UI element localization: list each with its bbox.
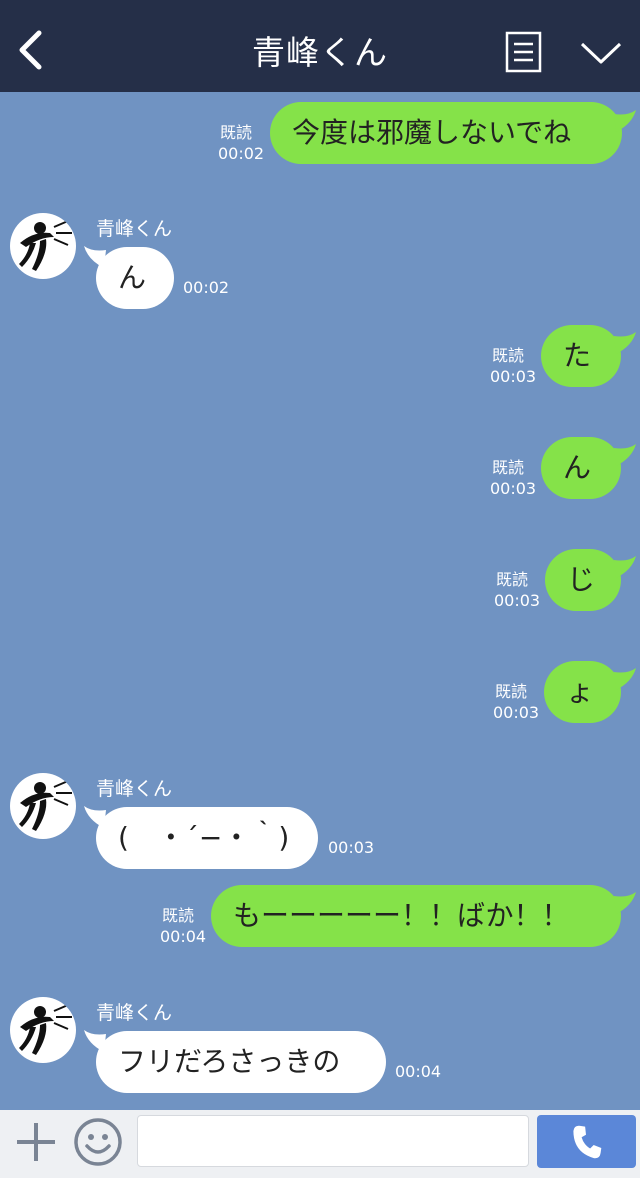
phone-icon — [572, 1125, 601, 1158]
avatar-figure-icon — [19, 220, 72, 271]
sender-name: 青峰くん — [96, 1002, 173, 1024]
list-menu-icon — [505, 31, 542, 73]
message-time: 00:02 — [183, 278, 230, 297]
sender-name: 青峰くん — [96, 778, 173, 800]
message-input[interactable] — [137, 1115, 529, 1167]
sender-name: 青峰くん — [96, 218, 173, 240]
avatar[interactable] — [10, 997, 76, 1063]
outgoing-message[interactable]: 今度は邪魔しないでね — [270, 102, 622, 164]
avatar[interactable] — [10, 773, 76, 839]
plus-icon — [17, 1123, 55, 1161]
avatar-figure-icon — [19, 1004, 72, 1055]
bubble-tail — [614, 332, 636, 354]
emoji-button[interactable] — [72, 1116, 124, 1168]
bubble-tail — [614, 110, 636, 132]
outgoing-message[interactable]: ょ — [544, 661, 621, 723]
message-time: 00:04 — [395, 1062, 442, 1081]
message-time: 00:02 — [218, 144, 265, 163]
read-receipt: 既読 — [495, 682, 528, 701]
incoming-message[interactable]: ( ・´−・｀) — [96, 807, 318, 869]
message-time: 00:03 — [494, 591, 541, 610]
incoming-message[interactable]: フリだろさっきの — [96, 1031, 386, 1093]
collapse-button[interactable] — [578, 38, 624, 68]
outgoing-message[interactable]: ん — [541, 437, 621, 499]
chat-title: 青峰くん — [252, 33, 388, 72]
message-time: 00:03 — [490, 479, 537, 498]
avatar-figure-icon — [19, 780, 72, 831]
chat-header: 青峰くん — [0, 0, 640, 92]
message-time: 00:03 — [328, 838, 375, 857]
outgoing-message[interactable]: もーーーーー！！ばか！！ — [211, 885, 621, 947]
bubble-tail — [614, 444, 636, 466]
message-time: 00:03 — [490, 367, 537, 386]
incoming-message[interactable]: ん — [96, 247, 174, 309]
message-time: 00:04 — [160, 927, 207, 946]
bubble-tail — [614, 556, 636, 578]
call-button[interactable] — [537, 1115, 636, 1168]
add-button[interactable] — [14, 1120, 58, 1164]
read-receipt: 既読 — [492, 346, 525, 365]
menu-button[interactable] — [505, 31, 543, 73]
read-receipt: 既読 — [496, 570, 529, 589]
read-receipt: 既読 — [162, 906, 195, 925]
message-time: 00:03 — [493, 703, 540, 722]
outgoing-message[interactable]: じ — [545, 549, 621, 611]
chevron-down-icon — [580, 42, 622, 64]
outgoing-message[interactable]: た — [541, 325, 621, 387]
chat-area[interactable]: 今度は邪魔しないでね 既読 00:02 青峰くん ん 00:02 た 既読 00… — [0, 92, 640, 1110]
read-receipt: 既読 — [492, 458, 525, 477]
smiley-icon — [74, 1118, 122, 1166]
avatar[interactable] — [10, 213, 76, 279]
bubble-tail — [614, 892, 636, 914]
bubble-tail — [614, 668, 636, 690]
read-receipt: 既読 — [220, 123, 253, 142]
